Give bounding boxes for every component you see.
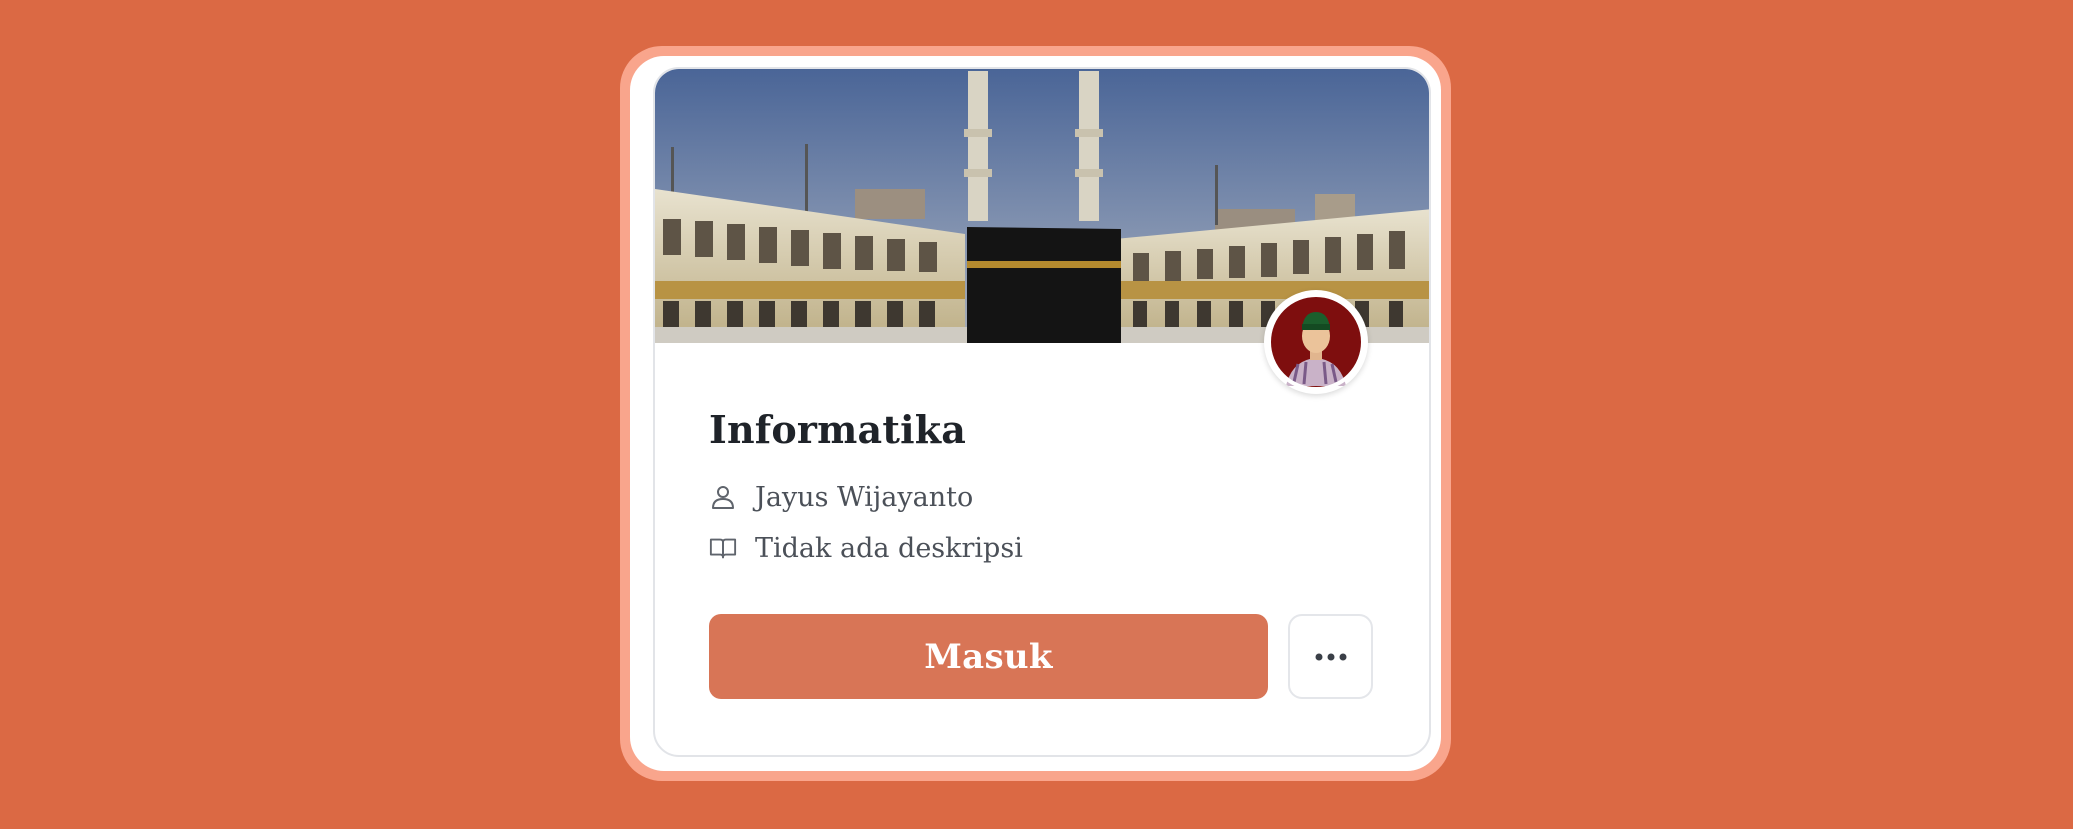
description-row: Tidak ada deskripsi [709,530,1023,566]
course-title: Informatika [709,407,967,452]
more-horizontal-icon [1315,653,1346,660]
teacher-row: Jayus Wijayanto [709,479,973,515]
more-options-button[interactable] [1288,614,1373,699]
course-card[interactable]: Informatika Jayus Wijayanto Tidak ada de… [653,67,1431,757]
teacher-name: Jayus Wijayanto [755,481,974,513]
person-icon [709,483,737,511]
course-description: Tidak ada deskripsi [755,532,1023,564]
enter-course-button[interactable]: Masuk [709,614,1268,699]
open-book-icon [709,534,737,562]
teacher-avatar[interactable] [1264,290,1368,394]
